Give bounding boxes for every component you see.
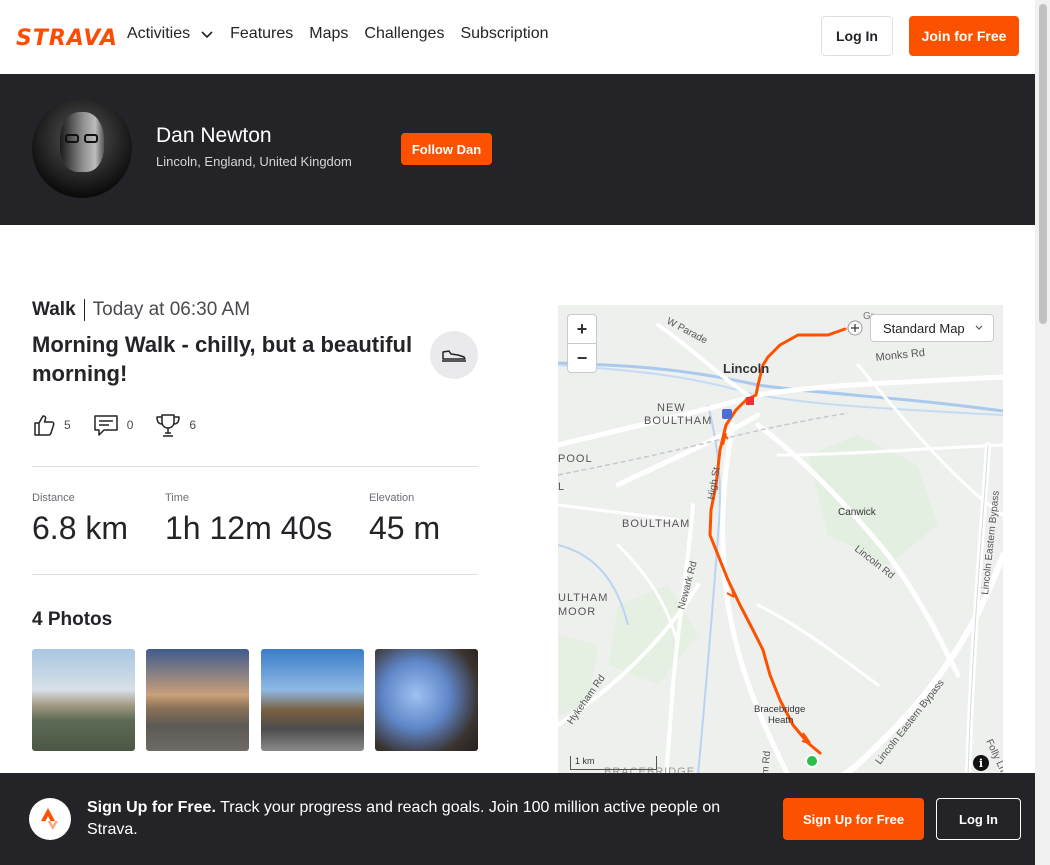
map-label-w-parade: W Parade (665, 316, 710, 347)
move-icon (847, 320, 863, 336)
nav-challenges[interactable]: Challenges (364, 25, 444, 43)
poi-icon (746, 397, 754, 405)
kudos-count: 5 (64, 418, 71, 432)
shoe-icon (442, 350, 466, 362)
map-type-label: Standard Map (883, 320, 965, 336)
map-label-lincoln: Lincoln (723, 361, 769, 376)
avatar-glasses-right (84, 134, 98, 143)
map-type-select[interactable]: Standard Map (870, 314, 994, 342)
strava-icon (29, 798, 71, 840)
activity-time: Today at 06:30 AM (92, 299, 251, 320)
activity-type: Walk (32, 299, 85, 321)
map-label-heath: Heath (768, 715, 793, 726)
divider (32, 574, 478, 575)
map-info-icon[interactable]: i (973, 755, 989, 771)
follow-button[interactable]: Follow Dan (401, 133, 492, 165)
comments-button[interactable]: 0 (93, 413, 134, 437)
map-label-new: NEW (657, 402, 686, 414)
route-start-marker[interactable] (805, 754, 819, 768)
activity-title: Morning Walk - chilly, but a beautiful m… (32, 332, 413, 386)
page-scrollbar[interactable] (1035, 0, 1050, 865)
nav-maps[interactable]: Maps (309, 25, 348, 43)
photo-thumbnail-road-trees[interactable] (261, 649, 364, 751)
photos-heading: 4 Photos (32, 609, 113, 630)
activity-meta: Walk Today at 06:30 AM (32, 299, 250, 321)
stat-value: 45 m (369, 510, 441, 546)
map-label-pool: POOL (558, 453, 593, 465)
achievements-count: 6 (189, 418, 197, 432)
photo-thumbnail-bare-tree[interactable] (375, 649, 478, 751)
zoom-in-button[interactable]: + (568, 315, 596, 344)
top-navigation: STRAVA Activities Features Maps Challeng… (0, 0, 1035, 74)
map-label-bracebridge: Bracebridge (754, 704, 805, 715)
chevron-down-icon (975, 325, 983, 330)
signup-button[interactable]: Sign Up for Free (783, 798, 924, 840)
map-label-boultham-top: BOULTHAM (644, 415, 712, 427)
signup-message-bold: Sign Up for Free. (87, 799, 216, 816)
map-label-monks-rd: Monks Rd (875, 347, 926, 364)
zoom-out-button[interactable]: − (568, 344, 596, 373)
kudos-button[interactable]: 5 (32, 413, 71, 437)
banner-login-button[interactable]: Log In (936, 798, 1021, 840)
map-label-l: L (558, 481, 564, 493)
stat-label: Elevation (369, 492, 415, 504)
trophy-icon (156, 414, 181, 437)
map-label-ultham: ULTHAM (558, 592, 608, 604)
nav-links: Activities Features Maps Challenges Subs… (127, 25, 549, 43)
stat-distance: Distance 6.8 km (32, 492, 128, 547)
strava-logo[interactable]: STRAVA (16, 26, 118, 51)
social-stats: 5 0 6 (32, 412, 218, 438)
map-label-boultham: BOULTHAM (622, 518, 690, 530)
map-scale: 1 km (570, 756, 657, 770)
stat-value: 6.8 km (32, 510, 129, 546)
stat-time: Time 1h 12m 40s (165, 492, 332, 547)
stat-value: 1h 12m 40s (165, 510, 333, 546)
stat-elevation: Elevation 45 m (369, 492, 440, 547)
join-for-free-button[interactable]: Join for Free (909, 16, 1019, 56)
map-label-eastern-bypass-2: Lincoln Eastern Bypass (874, 678, 947, 767)
signup-message: Sign Up for Free. Track your progress an… (87, 797, 757, 841)
stat-label: Distance (32, 492, 75, 504)
avatar[interactable] (32, 98, 132, 198)
avatar-glasses-left (65, 134, 79, 143)
nav-activities-label: Activities (127, 25, 191, 42)
achievements-button[interactable]: 6 (155, 412, 196, 438)
nav-subscription[interactable]: Subscription (460, 25, 548, 43)
photo-thumbnail-sunrise-street[interactable] (146, 649, 249, 751)
nav-features[interactable]: Features (230, 25, 293, 43)
chevron-down-icon (201, 31, 213, 39)
scrollbar-thumb[interactable] (1039, 4, 1047, 324)
map-canvas: W Parade Gr Lincoln Monks Rd NEW BOULTHA… (558, 311, 1003, 775)
photo-thumbnail-frosty-field[interactable] (32, 649, 135, 751)
rail-station-icon (722, 409, 732, 419)
thumbs-up-icon (34, 415, 55, 436)
map-label-canwick: Canwick (838, 507, 877, 518)
gear-shoe-button[interactable] (430, 331, 478, 379)
map-label-moor: MOOR (558, 606, 596, 618)
divider (32, 466, 478, 467)
comments-count: 0 (126, 418, 134, 432)
login-button[interactable]: Log In (821, 16, 893, 56)
athlete-header: Dan Newton Lincoln, England, United King… (0, 74, 1035, 225)
route-map[interactable]: W Parade Gr Lincoln Monks Rd NEW BOULTHA… (558, 305, 1003, 775)
nav-activities[interactable]: Activities (127, 25, 214, 43)
comment-icon (93, 415, 118, 436)
map-label-m-rd: m Rd (760, 750, 773, 775)
stat-label: Time (165, 492, 190, 504)
athlete-location: Lincoln, England, United Kingdom (156, 154, 352, 169)
athlete-name[interactable]: Dan Newton (156, 124, 272, 148)
map-zoom-controls: + − (567, 314, 597, 373)
strava-chevron-icon (41, 808, 58, 830)
map-stream (697, 404, 721, 775)
signup-banner: Sign Up for Free. Track your progress an… (0, 773, 1035, 865)
